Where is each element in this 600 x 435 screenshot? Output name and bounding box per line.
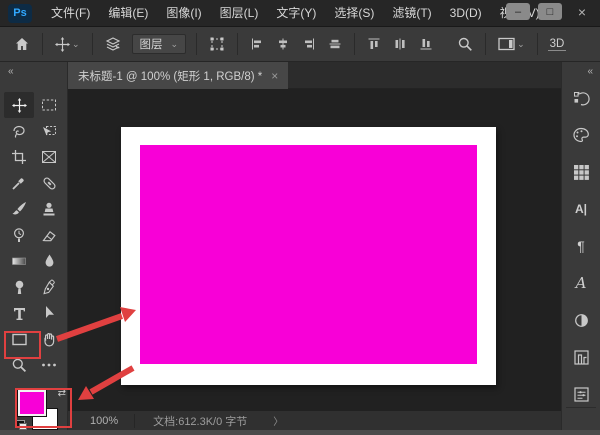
layers-stack-icon (99, 27, 128, 61)
layer-type-select[interactable]: 图层 ⌄ (131, 34, 187, 54)
frame-tool[interactable] (34, 144, 64, 170)
distribute-center-icon[interactable] (387, 27, 413, 61)
libraries-panel-icon[interactable] (570, 346, 592, 368)
toolbar-panel: « ⇄ (0, 62, 68, 430)
properties-panel-icon[interactable] (570, 383, 592, 405)
status-bar: 100% 文档:612.3K/0 字节 〉 (68, 411, 561, 430)
gradient-tool[interactable] (4, 248, 34, 274)
collapse-tools-icon[interactable]: « (0, 62, 67, 77)
move-tool-option-icon[interactable]: ⌄ (49, 27, 86, 61)
workspace-icon[interactable]: ⌄ (492, 27, 531, 61)
character-panel-icon[interactable]: A| (570, 198, 592, 220)
menu-select[interactable]: 选择(S) (325, 0, 383, 27)
menu-layer[interactable]: 图层(L) (211, 0, 268, 27)
document-tab-title: 未标题-1 @ 100% (矩形 1, RGB/8) * (78, 70, 263, 83)
dodge-tool[interactable] (4, 274, 34, 300)
align-left-icon[interactable] (244, 27, 270, 61)
menu-filter[interactable]: 滤镜(T) (383, 0, 440, 27)
history-panel-icon[interactable] (570, 87, 592, 109)
glyphs-panel-icon[interactable]: A (570, 272, 592, 294)
title-bar: Ps 文件(F) 编辑(E) 图像(I) 图层(L) 文字(Y) 选择(S) 滤… (0, 0, 600, 27)
align-middle-icon[interactable] (322, 27, 348, 61)
pen-tool[interactable] (34, 274, 64, 300)
menu-3d[interactable]: 3D(D) (441, 0, 491, 27)
clone-stamp-tool[interactable] (34, 196, 64, 222)
move-tool[interactable] (4, 92, 34, 118)
adjustments-panel-icon[interactable] (570, 309, 592, 331)
search-icon[interactable] (451, 27, 479, 61)
close-tab-icon[interactable]: × (271, 69, 278, 83)
annotation-box-foreground-color (15, 388, 72, 428)
expand-panels-icon[interactable]: « (562, 62, 600, 79)
chevron-down-icon: ⌄ (517, 38, 525, 49)
align-center-icon[interactable] (270, 27, 296, 61)
home-icon[interactable] (8, 27, 36, 61)
swatches-panel-icon[interactable] (570, 161, 592, 183)
chevron-down-icon: ⌄ (170, 38, 179, 49)
magenta-rectangle-shape[interactable] (140, 145, 477, 364)
distribute-bottom-icon[interactable] (413, 27, 439, 61)
align-right-icon[interactable] (296, 27, 322, 61)
menu-image[interactable]: 图像(I) (157, 0, 210, 27)
blur-tool[interactable] (34, 248, 64, 274)
window-bottom-edge (0, 430, 600, 435)
path-selection-tool[interactable] (34, 300, 64, 326)
maximize-button[interactable]: □ (538, 3, 562, 20)
eyedropper-tool[interactable] (4, 170, 34, 196)
window-controls: – □ × (506, 3, 594, 20)
distribute-top-icon[interactable] (361, 27, 387, 61)
right-panel-rail: « A| ¶ A (561, 62, 600, 430)
close-button[interactable]: × (570, 3, 594, 20)
document-tab-strip: 未标题-1 @ 100% (矩形 1, RGB/8) * × (68, 62, 561, 89)
menu-bar: 文件(F) 编辑(E) 图像(I) 图层(L) 文字(Y) 选择(S) 滤镜(T… (42, 0, 549, 26)
lasso-tool[interactable] (4, 118, 34, 144)
document-size-info: 文档:612.3K/0 字节 (153, 415, 248, 428)
eraser-tool[interactable] (34, 222, 64, 248)
minimize-button[interactable]: – (506, 3, 530, 20)
layer-select-value: 图层 (139, 39, 163, 51)
spot-healing-tool[interactable] (34, 170, 64, 196)
menu-edit[interactable]: 编辑(E) (99, 0, 157, 27)
chevron-down-icon: ⌄ (72, 38, 80, 49)
status-chevron-icon[interactable]: 〉 (273, 413, 283, 428)
marquee-tool[interactable] (34, 92, 64, 118)
type-tool[interactable] (4, 300, 34, 326)
transform-controls-icon[interactable] (203, 27, 231, 61)
brush-tool[interactable] (4, 196, 34, 222)
zoom-level-field[interactable]: 100% (68, 415, 128, 427)
history-brush-tool[interactable] (4, 222, 34, 248)
crop-tool[interactable] (4, 144, 34, 170)
document-tab[interactable]: 未标题-1 @ 100% (矩形 1, RGB/8) * × (68, 62, 289, 89)
photoshop-window: Ps 文件(F) 编辑(E) 图像(I) 图层(L) 文字(Y) 选择(S) 滤… (0, 0, 600, 435)
menu-file[interactable]: 文件(F) (42, 0, 99, 27)
paragraph-panel-icon[interactable]: ¶ (570, 235, 592, 257)
color-panel-icon[interactable] (570, 124, 592, 146)
workspace-3d-button[interactable]: 3D (547, 38, 567, 51)
menu-type[interactable]: 文字(Y) (267, 0, 325, 27)
photoshop-logo-icon: Ps (8, 3, 32, 23)
options-bar: ⌄ 图层 ⌄ ⌄ 3D (0, 27, 600, 62)
annotation-box-rectangle-tool (4, 331, 41, 359)
object-selection-tool[interactable] (34, 118, 64, 144)
